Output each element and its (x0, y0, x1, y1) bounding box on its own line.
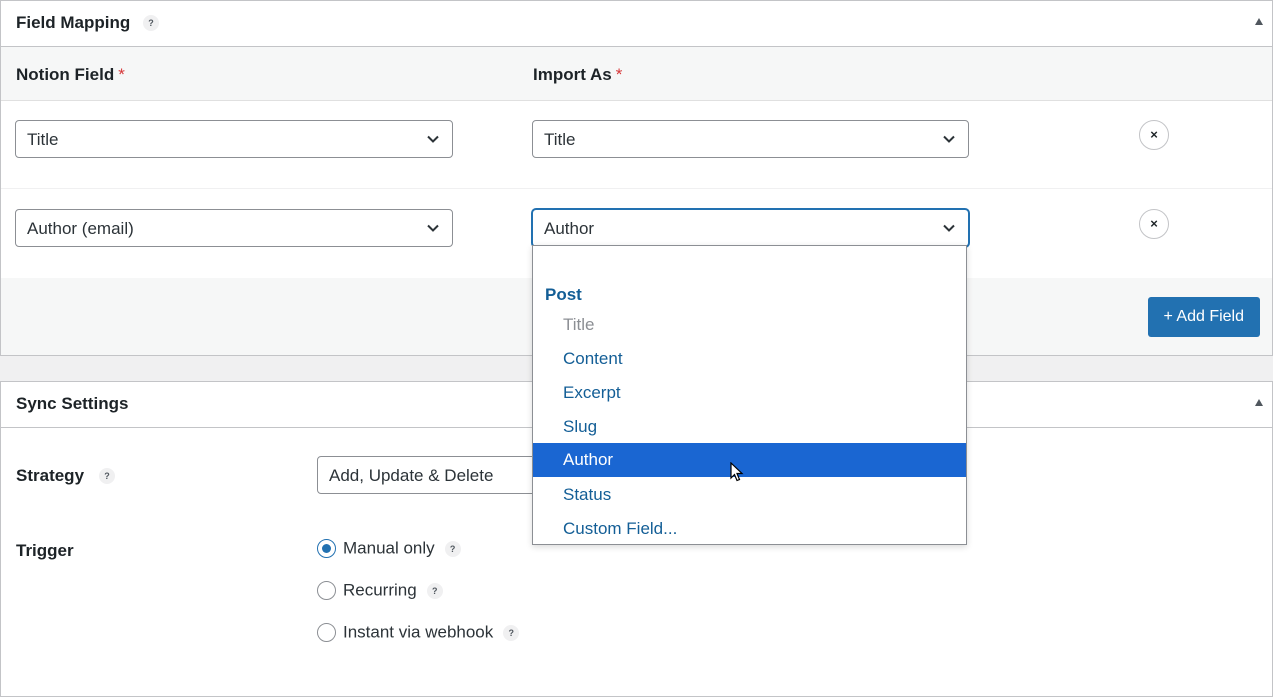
field-mapping-help-icon[interactable]: ? (143, 15, 159, 31)
trigger-option-manual[interactable]: Manual only? (317, 538, 461, 560)
dropdown-option-excerpt[interactable]: Excerpt (533, 376, 966, 410)
dropdown-option-title: Title (563, 315, 595, 334)
notion-field-select[interactable]: Author (email) (15, 209, 453, 247)
radio-label: Instant via webhook (343, 622, 494, 642)
remove-row-button[interactable]: × (1139, 120, 1169, 150)
field-mapping-title: Field Mapping (16, 13, 131, 32)
radio-label: Recurring (343, 580, 417, 600)
required-mark: * (118, 65, 125, 84)
collapse-arrow-icon[interactable] (1255, 399, 1263, 406)
strategy-label: Strategy (16, 466, 85, 485)
trigger-option-recurring[interactable]: Recurring? (317, 580, 443, 602)
chevron-down-icon (427, 224, 439, 232)
dropdown-option-author[interactable]: Author (533, 443, 966, 482)
chevron-down-icon (943, 224, 955, 232)
import-as-value: Title (544, 130, 576, 149)
column-headers: Notion Field * Import As * (1, 47, 1272, 101)
radio-button[interactable] (317, 539, 336, 559)
radio-button[interactable] (317, 623, 336, 643)
sync-settings-title: Sync Settings (16, 394, 129, 413)
field-mapping-header[interactable]: Field Mapping ? (1, 1, 1272, 47)
dropdown-option-content[interactable]: Content (533, 342, 966, 376)
option-group-post: Post (545, 285, 582, 304)
dropdown-option-custom-field[interactable]: Custom Field... (533, 512, 966, 546)
required-mark: * (615, 65, 623, 84)
radio-button[interactable] (317, 581, 336, 601)
chevron-down-icon (427, 135, 439, 143)
help-icon[interactable]: ? (426, 582, 443, 599)
trigger-label: Trigger (16, 541, 74, 560)
import-as-dropdown-list[interactable]: Post Title Content Excerpt Slug Author S… (532, 245, 967, 545)
notion-field-column-header: Notion Field * (16, 65, 125, 84)
mapping-row: Title Title × (1, 101, 1272, 189)
trigger-option-webhook[interactable]: Instant via webhook? (317, 622, 520, 644)
help-icon[interactable]: ? (503, 624, 520, 641)
collapse-arrow-icon[interactable] (1255, 18, 1263, 25)
notion-field-value: Author (email) (27, 219, 134, 238)
dropdown-option-status[interactable]: Status (533, 478, 966, 512)
option-label: Author (563, 450, 614, 469)
dropdown-option-slug[interactable]: Slug (533, 410, 966, 444)
import-as-value: Author (544, 219, 595, 238)
notion-field-value: Title (27, 130, 59, 149)
import-as-select[interactable]: Author (532, 209, 969, 247)
import-as-column-header: Import As * (533, 65, 623, 84)
remove-row-button[interactable]: × (1139, 209, 1169, 239)
chevron-down-icon (943, 135, 955, 143)
import-as-select[interactable]: Title (532, 120, 969, 158)
help-icon[interactable]: ? (444, 540, 461, 557)
radio-label: Manual only (343, 538, 435, 558)
notion-field-select[interactable]: Title (15, 120, 453, 158)
strategy-help-icon[interactable]: ? (99, 468, 115, 484)
add-field-button[interactable]: + Add Field (1147, 297, 1260, 337)
strategy-value: Add, Update & Delete (329, 466, 494, 485)
